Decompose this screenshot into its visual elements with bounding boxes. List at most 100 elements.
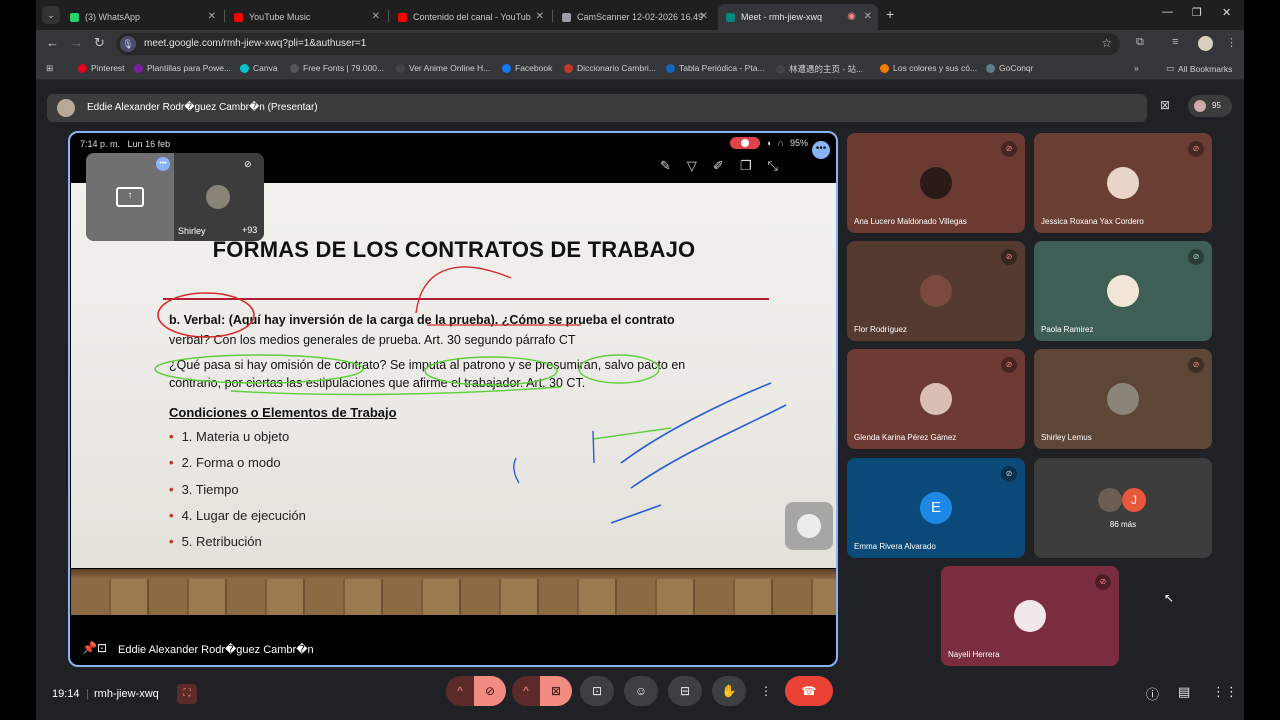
avatar (920, 275, 952, 307)
tab-title: Contenido del canal - YouTube (413, 12, 531, 22)
url-text[interactable]: meet.google.com/rmh-jiew-xwq?pli=1&authu… (144, 38, 366, 49)
participant-name: Glenda Karina Pérez Gámez (854, 433, 957, 442)
participant-tile[interactable]: ⊘ Jessica Roxana Yax Cordero (1034, 133, 1212, 233)
mic-off-icon: ⊘ (1001, 357, 1017, 373)
site-info-icon[interactable]: 🎙 (120, 36, 136, 52)
chat-icon[interactable]: ▤ (1178, 684, 1190, 700)
bookmark-chinese[interactable]: 林遭遇的主页 - 站... (776, 63, 863, 75)
mini-participant-count: +93 (242, 225, 258, 235)
raise-hand-button[interactable]: ✋ (712, 676, 746, 706)
video-options-button[interactable]: ^ (512, 676, 540, 706)
tab-whatsapp[interactable]: (3) WhatsApp ✕ (62, 4, 222, 30)
bookmark-facebook[interactable]: Facebook (502, 63, 552, 73)
tab-camscanner[interactable]: CamScanner 12-02-2026 16.49 ✕ (554, 4, 714, 30)
participant-tile[interactable]: ⊘ Paola Ramirez (1034, 241, 1212, 341)
profile-avatar[interactable] (1198, 36, 1213, 51)
menu-icon[interactable]: ⋮ (1226, 36, 1237, 49)
close-icon[interactable]: ✕ (536, 11, 544, 22)
apps-icon[interactable]: ⊞ (46, 63, 53, 74)
avatar (920, 383, 952, 415)
close-icon[interactable]: ✕ (372, 11, 380, 22)
tab-meet[interactable]: Meet - rmh-jiew-xwq ◉ ✕ (718, 4, 878, 30)
more-options-button[interactable]: ⋮ (752, 676, 780, 706)
presenter-bar[interactable]: Eddie Alexander Rodr�guez Cambr�n (Prese… (47, 94, 1147, 122)
extensions-icon[interactable]: ⧉ (1136, 36, 1144, 49)
tab-search-button[interactable]: ⌄ (42, 6, 60, 24)
new-tab-button[interactable]: + (886, 6, 894, 22)
bookmark-tabla-periodica[interactable]: Tabla Periódica - Pta... (666, 63, 765, 73)
blue-stroke-annotation (513, 430, 595, 484)
laser-pointer-button[interactable] (785, 502, 833, 550)
more-options-icon[interactable]: ••• (812, 141, 830, 159)
audio-options-button[interactable]: ^ (446, 676, 474, 706)
participants-count-chip[interactable]: 95 (1188, 95, 1232, 117)
mic-off-icon: ⊘ (1188, 249, 1204, 265)
activities-icon[interactable]: ⋮⋮ (1212, 684, 1238, 700)
anime-icon (396, 63, 405, 73)
tab-youtube-music[interactable]: YouTube Music ✕ (226, 4, 386, 30)
participant-tile[interactable]: ⊘ Nayeli Herrera (941, 566, 1119, 666)
mic-off-button[interactable]: ⊘ (474, 676, 506, 706)
avatar (1098, 488, 1122, 512)
bookmark-plantillas[interactable]: Plantillas para Powe... (134, 63, 231, 73)
reload-icon[interactable]: ↻ (94, 35, 105, 51)
participant-tile[interactable]: ⊘ Shirley Lemus (1034, 349, 1212, 449)
avatar (920, 167, 952, 199)
close-window-button[interactable]: ✕ (1222, 6, 1231, 19)
close-icon[interactable]: ✕ (208, 11, 216, 22)
participant-tile[interactable]: E ⊘ Emma Rivera Alvarado (847, 458, 1025, 558)
pin-icon[interactable]: 📌⊡ (82, 641, 107, 655)
forward-icon[interactable]: → (70, 35, 83, 50)
present-button[interactable]: ⊡ (580, 676, 614, 706)
blue-handwriting-annotation (610, 382, 787, 524)
participant-tile[interactable]: ⊘ Flor Rodríguez (847, 241, 1025, 341)
bookmark-free-fonts[interactable]: Free Fonts | 79.000... (290, 63, 384, 73)
back-icon[interactable]: ← (46, 35, 59, 50)
bookmark-pinterest[interactable]: Pinterest (78, 63, 125, 73)
copy-icon[interactable]: ❐ (740, 158, 752, 174)
more-participants-tile[interactable]: J 86 más (1034, 458, 1212, 558)
participant-tile[interactable]: ⊘ Ana Lucero Maldonado Villegas (847, 133, 1025, 233)
annotate-icon[interactable]: ✎ (660, 158, 671, 174)
bookmark-star-icon[interactable]: ☆ (1101, 36, 1112, 50)
camera-off-button[interactable]: ⊠ (540, 676, 572, 706)
floor-image (71, 569, 836, 615)
self-view-tile[interactable]: ↑ ••• ⊘ Shirley +93 (86, 153, 264, 241)
hide-tiles-icon[interactable]: ⊠ (1160, 98, 1170, 112)
recording-icon: ◉ (847, 11, 856, 22)
captions-button[interactable]: ⊟ (668, 676, 702, 706)
minimize-button[interactable]: — (1162, 6, 1173, 18)
participant-tile[interactable]: ⊘ Glenda Karina Pérez Gámez (847, 349, 1025, 449)
colors-icon (880, 63, 889, 73)
maximize-button[interactable]: ❐ (1192, 6, 1202, 19)
leave-call-button[interactable]: ☎ (785, 676, 833, 706)
address-bar[interactable]: 🎙 meet.google.com/rmh-jiew-xwq?pli=1&aut… (116, 33, 1120, 55)
youtube-icon (398, 12, 407, 22)
tab-youtube-studio[interactable]: Contenido del canal - YouTube ✕ (390, 4, 550, 30)
slides-icon (134, 63, 143, 73)
recording-indicator (730, 137, 761, 149)
bookmark-goconqr[interactable]: GoConqr (986, 63, 1034, 73)
bookmark-canva[interactable]: Canva (240, 63, 278, 73)
bookmark-colores[interactable]: Los colores y sus có... (880, 63, 977, 73)
all-bookmarks-button[interactable]: ▭ All Bookmarks (1166, 63, 1232, 74)
host-controls-icon[interactable]: ⛶ (177, 684, 197, 704)
info-icon[interactable]: ⓘ (1146, 684, 1159, 703)
mic-off-icon: ⊘ (244, 159, 252, 169)
mouse-cursor-icon: ↖ (1164, 591, 1175, 605)
tab-title: CamScanner 12-02-2026 16.49 (577, 12, 704, 22)
highlighter-icon[interactable]: ✐ (713, 158, 724, 174)
bookmark-cambridge[interactable]: Diccionario Cambri... (564, 63, 656, 73)
globe-icon (562, 12, 571, 22)
close-icon[interactable]: ✕ (864, 11, 872, 22)
media-control-icon[interactable]: ≡ (1172, 36, 1178, 48)
more-bookmarks-icon[interactable]: » (1134, 63, 1139, 73)
close-icon[interactable]: ✕ (700, 11, 708, 22)
reactions-button[interactable]: ☺ (624, 676, 658, 706)
mic-off-icon: ⊘ (1095, 574, 1111, 590)
green-circle-annotation (424, 356, 558, 386)
exit-fullscreen-icon[interactable]: ⤡ (767, 158, 777, 174)
fonts-icon (290, 63, 299, 73)
bookmark-anime[interactable]: Ver Anime Online H... (396, 63, 490, 73)
pen-tool-icon[interactable]: ▽ (687, 158, 697, 174)
